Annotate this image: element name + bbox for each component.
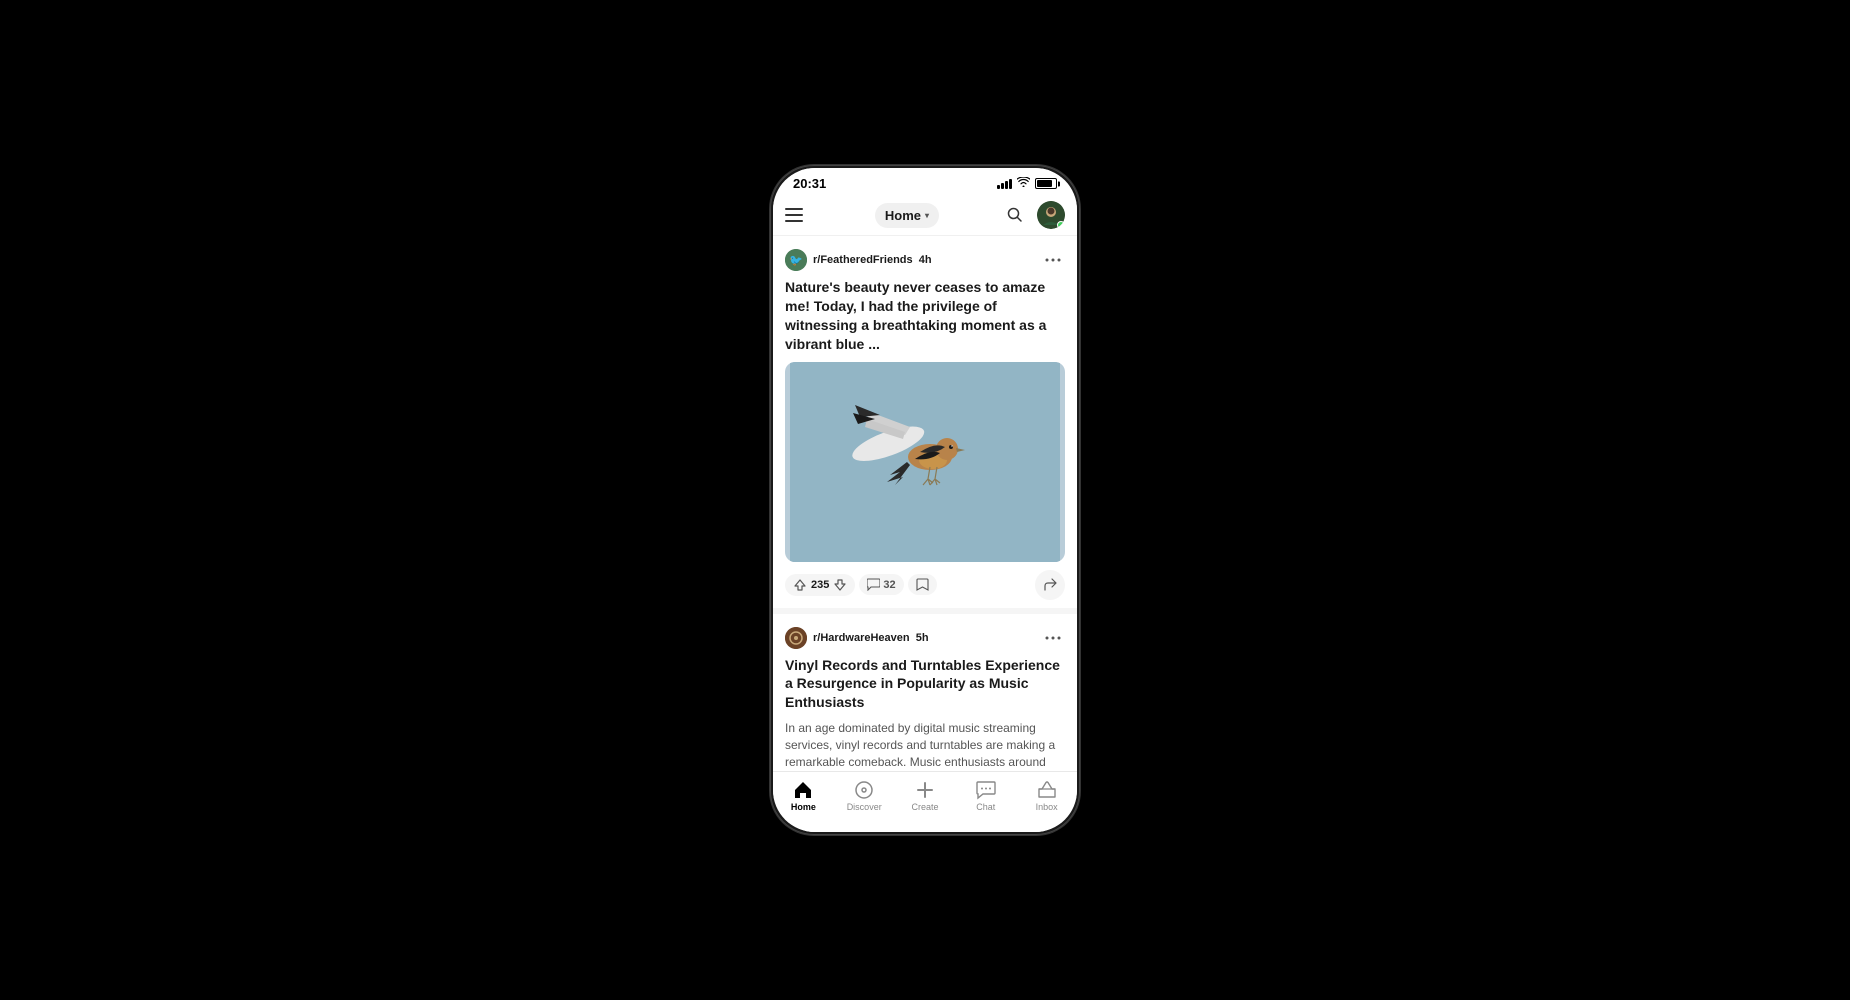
- post-header: r/HardwareHeaven 5h: [785, 626, 1065, 650]
- post-subreddit-meta[interactable]: r/HardwareHeaven 5h: [813, 632, 929, 644]
- search-button[interactable]: [1001, 201, 1029, 229]
- upvote-count: 235: [811, 579, 829, 591]
- phone-frame: 20:31: [770, 165, 1080, 835]
- post-image[interactable]: [785, 362, 1065, 562]
- comment-count: 32: [883, 579, 895, 591]
- status-icons: [997, 177, 1057, 190]
- downvote-button[interactable]: [833, 578, 847, 592]
- comment-button[interactable]: 32: [859, 574, 903, 595]
- home-dropdown-button[interactable]: Home ▾: [875, 203, 939, 228]
- inbox-nav-icon: [1037, 780, 1057, 800]
- search-icon: [1007, 207, 1023, 223]
- home-nav-icon: [793, 780, 813, 800]
- menu-line-3: [785, 220, 803, 222]
- online-indicator: [1057, 221, 1065, 229]
- post-body: In an age dominated by digital music str…: [785, 720, 1065, 771]
- downvote-icon: [833, 578, 847, 592]
- svg-text:🐦: 🐦: [789, 255, 803, 267]
- post-meta-left: r/HardwareHeaven 5h: [785, 627, 929, 649]
- share-button[interactable]: [1035, 570, 1065, 600]
- create-nav-icon: [915, 780, 935, 800]
- post-title: Vinyl Records and Turntables Experience …: [785, 656, 1065, 713]
- save-icon: [916, 578, 929, 591]
- post-more-button[interactable]: [1041, 248, 1065, 272]
- nav-label-create: Create: [911, 802, 938, 812]
- phone-screen: 20:31: [773, 168, 1077, 832]
- subreddit-name: r/HardwareHeaven: [813, 632, 910, 644]
- home-label: Home: [885, 208, 921, 223]
- comment-icon: [867, 578, 880, 591]
- top-navigation: Home ▾: [773, 195, 1077, 236]
- subreddit-name: r/FeatheredFriends: [813, 254, 913, 266]
- save-button[interactable]: [908, 574, 937, 595]
- menu-line-2: [785, 214, 803, 216]
- nav-label-home: Home: [791, 802, 816, 812]
- chevron-down-icon: ▾: [925, 211, 929, 220]
- nav-label-inbox: Inbox: [1036, 802, 1058, 812]
- nav-label-discover: Discover: [847, 802, 882, 812]
- post-age: 4h: [919, 254, 932, 266]
- post-header: 🐦 r/FeatheredFriends 4h: [785, 248, 1065, 272]
- menu-line-1: [785, 208, 803, 210]
- battery-icon: [1035, 178, 1057, 189]
- post-item: r/HardwareHeaven 5h Vinyl Records and Tu…: [773, 614, 1077, 771]
- post-meta-left: 🐦 r/FeatheredFriends 4h: [785, 249, 932, 271]
- post-subreddit-meta[interactable]: r/FeatheredFriends 4h: [813, 254, 932, 266]
- nav-item-chat[interactable]: Chat: [955, 780, 1016, 812]
- post-actions: 235 32: [785, 570, 1065, 600]
- wifi-icon: [1017, 177, 1030, 190]
- status-bar: 20:31: [773, 168, 1077, 195]
- signal-icon: [997, 179, 1012, 189]
- post-age: 5h: [916, 632, 929, 644]
- user-avatar-button[interactable]: [1037, 201, 1065, 229]
- feed-container[interactable]: 🐦 r/FeatheredFriends 4h: [773, 236, 1077, 771]
- menu-button[interactable]: [785, 201, 813, 229]
- upvote-button[interactable]: [793, 578, 807, 592]
- bottom-navigation: Home Discover Create: [773, 771, 1077, 832]
- share-icon: [1044, 578, 1057, 591]
- post-more-button[interactable]: [1041, 626, 1065, 650]
- post-item: 🐦 r/FeatheredFriends 4h: [773, 236, 1077, 614]
- subreddit-avatar[interactable]: [785, 627, 807, 649]
- nav-item-discover[interactable]: Discover: [834, 780, 895, 812]
- post-title: Nature's beauty never ceases to amaze me…: [785, 278, 1065, 354]
- subreddit-avatar[interactable]: 🐦: [785, 249, 807, 271]
- nav-right-group: [1001, 201, 1065, 229]
- chat-nav-icon: [976, 780, 996, 800]
- vote-group: 235: [785, 574, 855, 596]
- nav-item-inbox[interactable]: Inbox: [1016, 780, 1077, 812]
- nav-label-chat: Chat: [976, 802, 995, 812]
- upvote-icon: [793, 578, 807, 592]
- nav-item-create[interactable]: Create: [895, 780, 956, 812]
- discover-nav-icon: [854, 780, 874, 800]
- status-time: 20:31: [793, 176, 826, 191]
- nav-item-home[interactable]: Home: [773, 780, 834, 812]
